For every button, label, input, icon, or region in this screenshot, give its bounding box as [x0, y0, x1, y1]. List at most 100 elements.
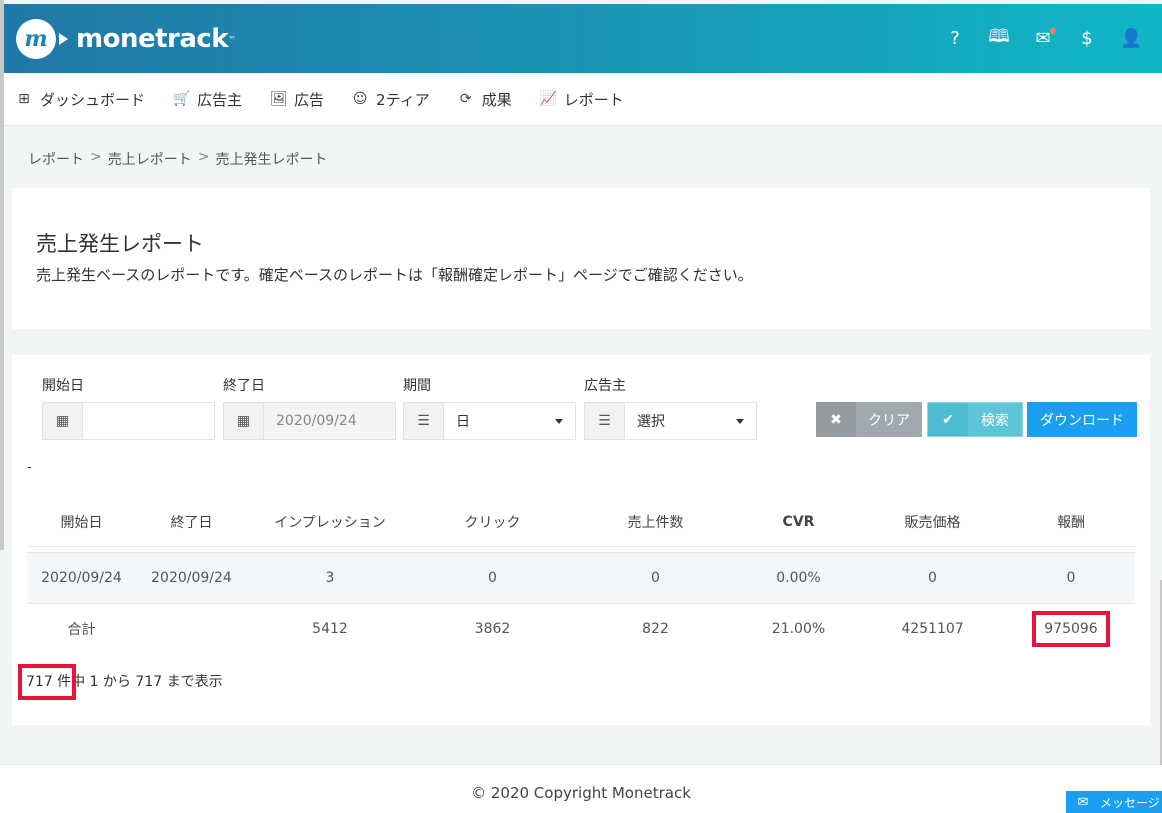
- close-icon: ✖: [816, 402, 856, 437]
- nav-item-label: 成果: [481, 90, 512, 109]
- end-date-value[interactable]: 2020/09/24: [264, 403, 395, 439]
- breadcrumb-item-report[interactable]: レポート: [28, 149, 84, 169]
- mail-icon: ✉: [1077, 794, 1089, 810]
- user-icon[interactable]: 👤: [1120, 28, 1142, 49]
- image-icon: 🖼: [270, 91, 288, 107]
- chart-line-icon: 📈: [539, 91, 558, 107]
- footer: © 2020 Copyright Monetrack: [0, 764, 1162, 813]
- chevron-right-icon: >: [90, 149, 102, 165]
- copyright: © 2020 Copyright Monetrack: [471, 784, 691, 802]
- nav-item-dashboard[interactable]: ⊞ ダッシュボード: [16, 89, 145, 110]
- table-header-row: 開始日 終了日 インプレッション クリック 売上件数 CVR 販売価格 報酬: [27, 498, 1135, 547]
- table-cell: 2020/09/24: [27, 551, 136, 604]
- breadcrumb-item-sales-report[interactable]: 売上レポート: [108, 149, 192, 169]
- refresh-icon: ⟳: [459, 91, 472, 107]
- table-cell: [136, 603, 247, 654]
- table-cell: 0: [1007, 551, 1135, 604]
- search-button-label: 検索: [981, 412, 1009, 429]
- logo-arrow-icon: [59, 32, 68, 45]
- list-icon: ☰: [585, 403, 625, 439]
- trademark: ™: [228, 34, 237, 44]
- chevron-down-icon: [555, 418, 563, 424]
- nav-item-results[interactable]: ⟳ 成果: [458, 89, 512, 110]
- advertiser-value: 選択: [637, 414, 665, 430]
- download-button[interactable]: ダウンロード: [1027, 402, 1137, 437]
- period-value: 日: [456, 414, 470, 430]
- clear-button[interactable]: ✖ クリア: [816, 402, 922, 437]
- nav-item-2tier[interactable]: ☺ 2ティア: [352, 89, 430, 110]
- mail-icon[interactable]: ✉: [1032, 28, 1056, 49]
- total-reward: 975096: [1032, 610, 1110, 647]
- title-card: 売上発生レポート 売上発生ベースのレポートです。確定ベースのレポートは「報酬確定…: [12, 188, 1150, 329]
- column-header[interactable]: 販売価格: [858, 498, 1007, 547]
- column-header[interactable]: 終了日: [136, 498, 247, 547]
- list-icon: ☰: [404, 403, 444, 439]
- clear-button-label: クリア: [868, 412, 910, 429]
- nav-item-ads[interactable]: 🖼 広告: [270, 89, 324, 110]
- app-header: m monetrack ™ ? 🕮 ✉ $ 👤: [4, 4, 1162, 73]
- end-date-field[interactable]: ▦ 2020/09/24: [223, 402, 396, 440]
- help-icon[interactable]: ?: [944, 28, 966, 49]
- page-description: 売上発生ベースのレポートです。確定ベースのレポートは「報酬確定レポート」ページで…: [36, 266, 753, 284]
- header-icons: ? 🕮 ✉ $ 👤: [944, 4, 1142, 73]
- nav-item-label: ダッシュボード: [40, 90, 146, 109]
- total-row: 合計 5412 3862 822 21.00% 4251107 975096: [27, 603, 1135, 654]
- total-sales-count: 822: [642, 620, 669, 637]
- chevron-down-icon: [736, 418, 744, 424]
- column-header[interactable]: CVR: [739, 498, 858, 547]
- total-price: 4251107: [901, 620, 964, 637]
- table-row: 2020/09/24 2020/09/24 3 0 0 0.00% 0 0: [27, 551, 1135, 604]
- notification-dot: [1050, 28, 1056, 34]
- nav-item-report[interactable]: 📈 レポート: [540, 89, 624, 110]
- breadcrumb: レポート > 売上レポート > 売上発生レポート: [28, 149, 327, 169]
- nav-item-label: 広告: [294, 90, 325, 109]
- check-icon: ✔: [928, 403, 968, 436]
- table-cell: 0: [413, 551, 572, 604]
- dash-text: -: [27, 460, 32, 475]
- total-impressions: 5412: [312, 620, 348, 637]
- table-cell: 2020/09/24: [136, 551, 247, 604]
- logo-mark: m: [16, 18, 56, 59]
- column-header[interactable]: 報酬: [1007, 498, 1135, 547]
- total-cvr: 21.00%: [771, 620, 826, 637]
- message-tab[interactable]: ✉ メッセージ: [1066, 791, 1162, 813]
- breadcrumb-item-current: 売上発生レポート: [215, 152, 328, 168]
- highlight-box: [18, 664, 76, 700]
- smile-icon: ☺: [352, 91, 368, 107]
- period-label: 期間: [403, 378, 431, 394]
- column-header[interactable]: 開始日: [27, 498, 136, 547]
- advertiser-select[interactable]: ☰ 選択: [584, 402, 757, 440]
- table-cell: 3: [247, 551, 413, 604]
- search-button[interactable]: ✔ 検索: [927, 402, 1023, 437]
- nav-item-label: 2ティア: [376, 90, 430, 109]
- column-header[interactable]: 売上件数: [572, 498, 739, 547]
- book-icon[interactable]: 🕮: [988, 24, 1010, 54]
- start-date-value[interactable]: [83, 403, 214, 439]
- total-clicks: 3862: [474, 620, 511, 637]
- grid-icon: ⊞: [18, 91, 30, 107]
- nav-item-label: 広告主: [197, 90, 243, 109]
- logo[interactable]: m monetrack ™: [16, 18, 237, 59]
- nav-item-advertiser[interactable]: 🛒 広告主: [173, 89, 242, 110]
- dollar-icon[interactable]: $: [1076, 28, 1098, 49]
- message-tab-label: メッセージ: [1100, 795, 1160, 810]
- calendar-icon: ▦: [224, 403, 264, 439]
- period-select[interactable]: ☰ 日: [403, 402, 576, 440]
- page-title: 売上発生レポート: [36, 232, 204, 256]
- total-reward-cell: 975096: [1007, 603, 1135, 654]
- column-header[interactable]: インプレッション: [247, 498, 413, 547]
- column-header[interactable]: クリック: [413, 498, 572, 547]
- end-date-label: 終了日: [223, 378, 265, 394]
- cart-icon: 🛒: [173, 91, 191, 107]
- app-name: monetrack: [76, 23, 229, 54]
- report-table: 開始日 終了日 インプレッション クリック 売上件数 CVR 販売価格 報酬 2…: [27, 498, 1135, 654]
- start-date-label: 開始日: [42, 378, 84, 394]
- start-date-field[interactable]: ▦: [42, 402, 215, 440]
- table-cell: 0.00%: [739, 551, 858, 604]
- table-cell: 0: [858, 551, 1007, 604]
- main-nav: ⊞ ダッシュボード 🛒 広告主 🖼 広告 ☺ 2ティア ⟳ 成果 📈 レポート: [4, 73, 1162, 126]
- mail-glyph: ✉: [1035, 28, 1051, 49]
- chevron-right-icon: >: [197, 149, 210, 165]
- table-cell: 0: [572, 551, 739, 604]
- report-card: 開始日 ▦ 終了日 ▦ 2020/09/24 期間 ☰ 日 広告主 ☰ 選択 ✖…: [12, 355, 1150, 725]
